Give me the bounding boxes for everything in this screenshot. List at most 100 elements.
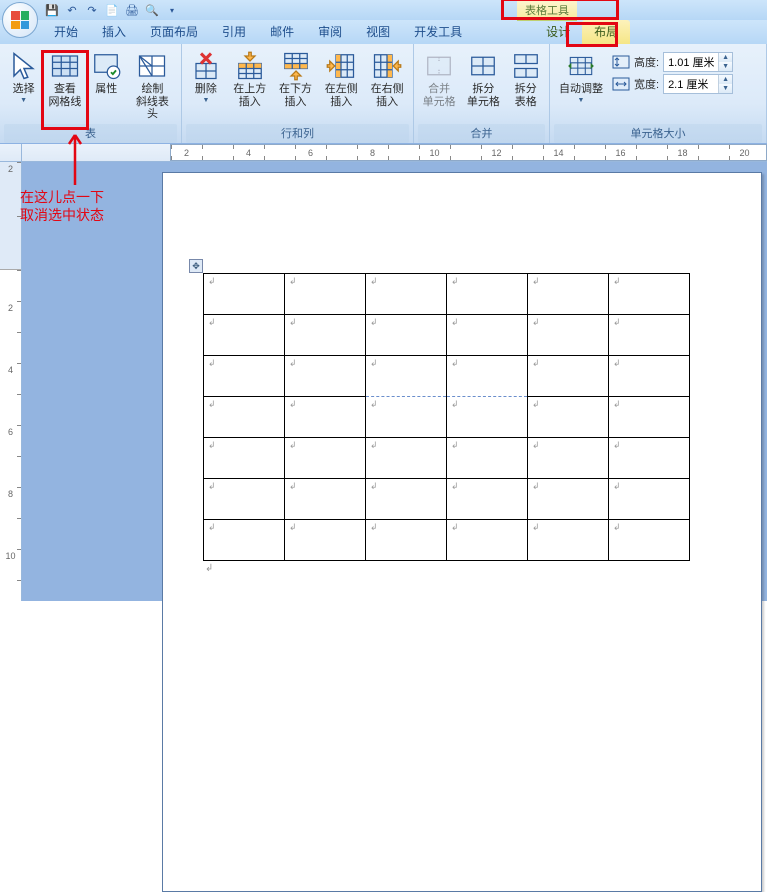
table-cell[interactable] — [285, 356, 366, 397]
height-label: 高度: — [634, 54, 659, 70]
height-spinner[interactable]: ▲▼ — [663, 52, 733, 72]
cursor-icon — [9, 51, 39, 81]
table-cell[interactable] — [447, 479, 528, 520]
redo-icon[interactable]: ↷ — [83, 1, 101, 19]
table-cell[interactable] — [366, 479, 447, 520]
table-cell[interactable] — [285, 397, 366, 438]
ruler-corner — [0, 144, 22, 162]
tab-developer[interactable]: 开发工具 — [402, 20, 474, 44]
chevron-down-icon: ▼ — [20, 97, 27, 104]
table-cell[interactable] — [204, 397, 285, 438]
table-cell[interactable] — [528, 274, 609, 315]
spinner-down-icon[interactable]: ▼ — [719, 84, 732, 93]
table-row — [204, 438, 690, 479]
ribbon-tabs: 开始 插入 页面布局 引用 邮件 审阅 视图 开发工具 设计 布局 — [0, 20, 767, 44]
tab-view[interactable]: 视图 — [354, 20, 402, 44]
table-cell[interactable] — [366, 274, 447, 315]
table-cell[interactable] — [366, 438, 447, 479]
insert-below-icon — [281, 51, 311, 81]
table-cell[interactable] — [204, 479, 285, 520]
draw-diagonal-button[interactable]: 绘制 斜线表头 — [128, 48, 177, 124]
tab-references[interactable]: 引用 — [210, 20, 258, 44]
table-cell[interactable] — [528, 438, 609, 479]
table-cell[interactable] — [447, 315, 528, 356]
table-cell[interactable] — [609, 520, 690, 561]
width-spinner[interactable]: ▲▼ — [663, 74, 733, 94]
autofit-button[interactable]: 自动调整 ▼ — [554, 48, 608, 107]
table-cell[interactable] — [528, 356, 609, 397]
table-cell[interactable] — [528, 397, 609, 438]
tab-start[interactable]: 开始 — [42, 20, 90, 44]
table-cell[interactable] — [204, 356, 285, 397]
table-cell[interactable] — [366, 397, 447, 438]
table-cell[interactable] — [366, 520, 447, 561]
tab-layout[interactable]: 布局 — [582, 20, 630, 44]
page[interactable]: ✥ ↲ — [162, 172, 762, 892]
print-icon[interactable]: 🖨 — [123, 1, 141, 19]
table-cell[interactable] — [609, 274, 690, 315]
height-input[interactable] — [664, 53, 718, 71]
insert-left-button[interactable]: 在左侧 插入 — [319, 48, 363, 111]
table-cell[interactable] — [285, 479, 366, 520]
table-cell[interactable] — [447, 520, 528, 561]
table-cell[interactable] — [609, 397, 690, 438]
split-cells-icon — [468, 51, 498, 81]
table-cell[interactable] — [285, 315, 366, 356]
spinner-up-icon[interactable]: ▲ — [719, 53, 732, 62]
split-table-button[interactable]: 拆分 表格 — [507, 48, 545, 111]
select-button[interactable]: 选择 ▼ — [4, 48, 43, 107]
width-input[interactable] — [664, 75, 718, 93]
horizontal-ruler[interactable]: 2468101214161820 — [22, 144, 767, 162]
table-cell[interactable] — [609, 479, 690, 520]
diagonal-icon — [137, 51, 167, 81]
table-cell[interactable] — [285, 438, 366, 479]
quick-access-toolbar: 💾 ↶ ↷ 📄 🖨 🔍 ▾ — [18, 1, 181, 19]
tab-review[interactable]: 审阅 — [306, 20, 354, 44]
table-cell[interactable] — [285, 520, 366, 561]
table-cell[interactable] — [204, 274, 285, 315]
insert-right-button[interactable]: 在右侧 插入 — [365, 48, 409, 111]
split-cells-button[interactable]: 拆分 单元格 — [462, 48, 504, 111]
insert-right-icon — [372, 51, 402, 81]
table-cell[interactable] — [204, 315, 285, 356]
table-cell[interactable] — [204, 438, 285, 479]
document-table[interactable] — [203, 273, 690, 561]
table-cell[interactable] — [447, 356, 528, 397]
chevron-down-icon: ▼ — [578, 97, 585, 104]
spinner-up-icon[interactable]: ▲ — [719, 75, 732, 84]
undo-icon[interactable]: ↶ — [63, 1, 81, 19]
table-move-handle[interactable]: ✥ — [189, 259, 203, 273]
spinner-down-icon[interactable]: ▼ — [719, 62, 732, 71]
delete-button[interactable]: 删除 ▼ — [186, 48, 226, 107]
insert-above-button[interactable]: 在上方 插入 — [228, 48, 272, 111]
tab-insert[interactable]: 插入 — [90, 20, 138, 44]
table-cell[interactable] — [204, 520, 285, 561]
insert-below-button[interactable]: 在下方 插入 — [274, 48, 318, 111]
table-cell[interactable] — [528, 315, 609, 356]
tab-page-layout[interactable]: 页面布局 — [138, 20, 210, 44]
merge-cells-button[interactable]: 合并 单元格 — [418, 48, 460, 111]
table-cell[interactable] — [609, 438, 690, 479]
table-cell[interactable] — [447, 438, 528, 479]
vertical-ruler[interactable]: 2 24681012 — [0, 162, 22, 601]
group-cell-size-label: 单元格大小 — [554, 124, 762, 143]
tab-design[interactable]: 设计 — [534, 20, 582, 44]
office-button[interactable] — [0, 0, 40, 40]
tab-mailings[interactable]: 邮件 — [258, 20, 306, 44]
table-cell[interactable] — [609, 315, 690, 356]
table-cell[interactable] — [366, 315, 447, 356]
save-icon[interactable]: 💾 — [43, 1, 61, 19]
new-doc-icon[interactable]: 📄 — [103, 1, 121, 19]
table-cell[interactable] — [447, 274, 528, 315]
table-cell[interactable] — [528, 479, 609, 520]
view-gridlines-button[interactable]: 查看 网格线 — [45, 48, 84, 111]
print-preview-icon[interactable]: 🔍 — [143, 1, 161, 19]
table-cell[interactable] — [528, 520, 609, 561]
table-cell[interactable] — [285, 274, 366, 315]
table-cell[interactable] — [366, 356, 447, 397]
table-cell[interactable] — [609, 356, 690, 397]
table-cell[interactable] — [447, 397, 528, 438]
qat-dropdown-icon[interactable]: ▾ — [163, 1, 181, 19]
paragraph-mark: ↲ — [203, 561, 721, 574]
properties-button[interactable]: 属性 — [87, 48, 126, 99]
